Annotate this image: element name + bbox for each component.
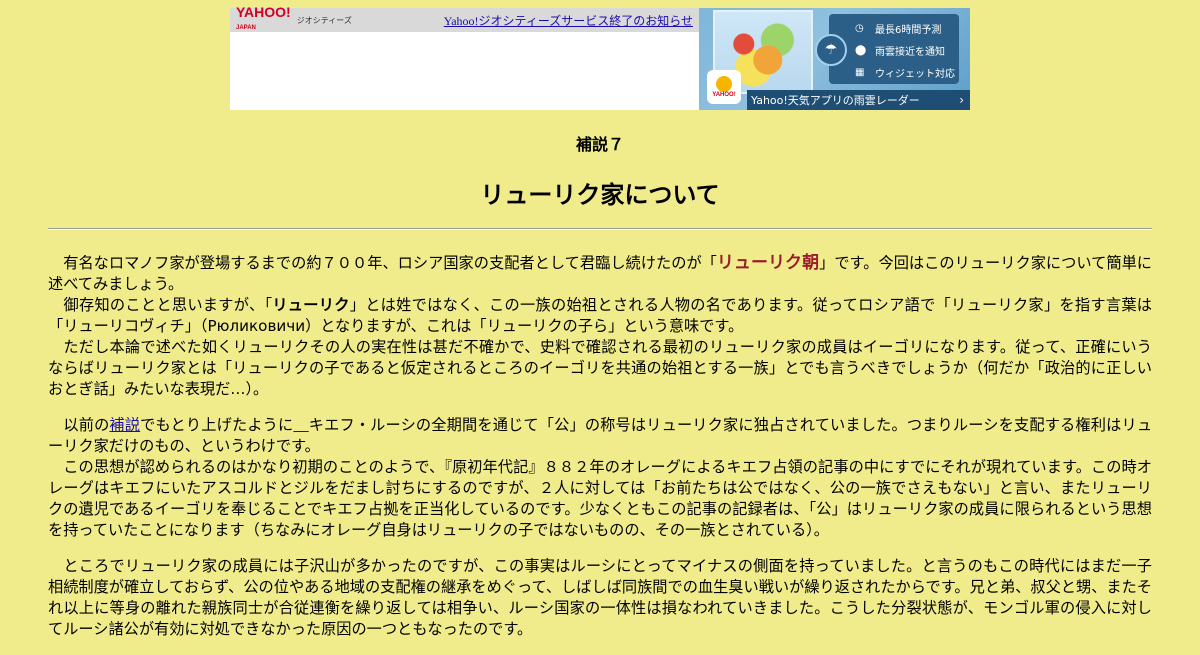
chevron-right-icon: › bbox=[959, 93, 964, 107]
location-pin-icon: ⬤ bbox=[855, 44, 867, 56]
sentence: ただし本論で述べた如くリューリクその人の実在性は甚だ不確かで、史料で確認される最… bbox=[48, 338, 1152, 398]
weather-app-link-label: Yahoo!天気アプリの雨雲レーダー bbox=[751, 94, 920, 107]
feature-item: ◷ 最長6時間予測 bbox=[837, 17, 959, 39]
sentence: 有名なロマノフ家が登場するまでの約７００年、ロシア国家の支配者として君臨し続けた… bbox=[48, 253, 1152, 295]
rurik-name-bold: リューリク bbox=[272, 296, 350, 314]
rain-cloud-icon: ☂ bbox=[815, 34, 847, 66]
rurik-dynasty-highlight: リューリク朝 bbox=[716, 253, 820, 273]
yahoo-logo-text: YAHOO! bbox=[236, 4, 291, 20]
weather-app-ad[interactable]: YAHOO! ◷ 最長6時間予測 ⬤ 雨雲接近を通知 ▦ ウィジェット対応 ☂ Yah… bbox=[699, 8, 970, 110]
clock-icon: ◷ bbox=[855, 22, 864, 34]
sentence: ところでリューリク家の成員には子沢山が多かったのですが、この事実はルーシにとって… bbox=[48, 557, 1152, 638]
feature-label: 最長6時間予測 bbox=[875, 24, 942, 36]
ad-banner[interactable]: YAHOO! JAPAN ジオシティーズ Yahoo!ジオシティーズサービス終了… bbox=[230, 4, 970, 110]
feature-label: 雨雲接近を通知 bbox=[875, 46, 945, 58]
text: 御存知のことと思いますが、「 bbox=[48, 296, 273, 314]
text: でもとり上げたように bbox=[140, 416, 294, 434]
geocities-strip: YAHOO! JAPAN ジオシティーズ Yahoo!ジオシティーズサービス終了… bbox=[230, 4, 699, 34]
banner-left-panel: YAHOO! JAPAN ジオシティーズ Yahoo!ジオシティーズサービス終了… bbox=[230, 4, 699, 110]
weather-app-link[interactable]: Yahoo!天気アプリの雨雲レーダー › bbox=[747, 90, 970, 110]
empty-link[interactable] bbox=[293, 416, 308, 434]
paragraph-1: 有名なロマノフ家が登場するまでの約７００年、ロシア国家の支配者として君臨し続けた… bbox=[48, 253, 1152, 400]
yahoo-japan-text: JAPAN bbox=[236, 25, 256, 31]
yahoo-logo[interactable]: YAHOO! JAPAN bbox=[236, 4, 291, 34]
supplement-label: 補説７ bbox=[575, 135, 624, 154]
paragraph-2: 以前の補説でもとり上げたように キエフ・ルーシの全期間を通じて「公」の称号はリュ… bbox=[48, 415, 1152, 541]
text: 有名なロマノフ家が登場するまでの約７００年、ロシア国家の支配者として君臨し続けた… bbox=[48, 254, 717, 272]
article-body: 有名なロマノフ家が登場するまでの約７００年、ロシア国家の支配者として君臨し続けた… bbox=[48, 253, 1152, 655]
feature-list: ◷ 最長6時間予測 ⬤ 雨雲接近を通知 ▦ ウィジェット対応 bbox=[829, 14, 959, 84]
text: 以前の bbox=[48, 416, 110, 434]
paragraph-3: ところでリューリク家の成員には子沢山が多かったのですが、この事実はルーシにとって… bbox=[48, 556, 1152, 640]
sentence: 御存知のことと思いますが、「リューリク」とは姓ではなく、この一族の始祖とされる人… bbox=[48, 295, 1152, 337]
sun-icon bbox=[716, 76, 732, 92]
sun-badge-text: YAHOO! bbox=[712, 92, 736, 98]
feature-item: ⬤ 雨雲接近を通知 bbox=[837, 39, 959, 61]
horizontal-rule bbox=[48, 228, 1152, 230]
feature-label: ウィジェット対応 bbox=[875, 68, 955, 80]
service-name: ジオシティーズ bbox=[296, 15, 352, 25]
feature-item: ▦ ウィジェット対応 bbox=[837, 61, 959, 83]
sentence: この思想が認められるのはかなり初期のことのようで、『原初年代記』８８２年のオレー… bbox=[48, 458, 1152, 539]
weather-app-icon: YAHOO! bbox=[707, 70, 741, 104]
widget-icon: ▦ bbox=[855, 66, 865, 78]
supplement-link[interactable]: 補説 bbox=[109, 416, 140, 434]
sentence: 以前の補説でもとり上げたように キエフ・ルーシの全期間を通じて「公」の称号はリュ… bbox=[48, 415, 1152, 457]
page-title: リューリク家について bbox=[480, 181, 720, 209]
service-end-notice-link[interactable]: Yahoo!ジオシティーズサービス終了のお知らせ bbox=[444, 12, 693, 29]
